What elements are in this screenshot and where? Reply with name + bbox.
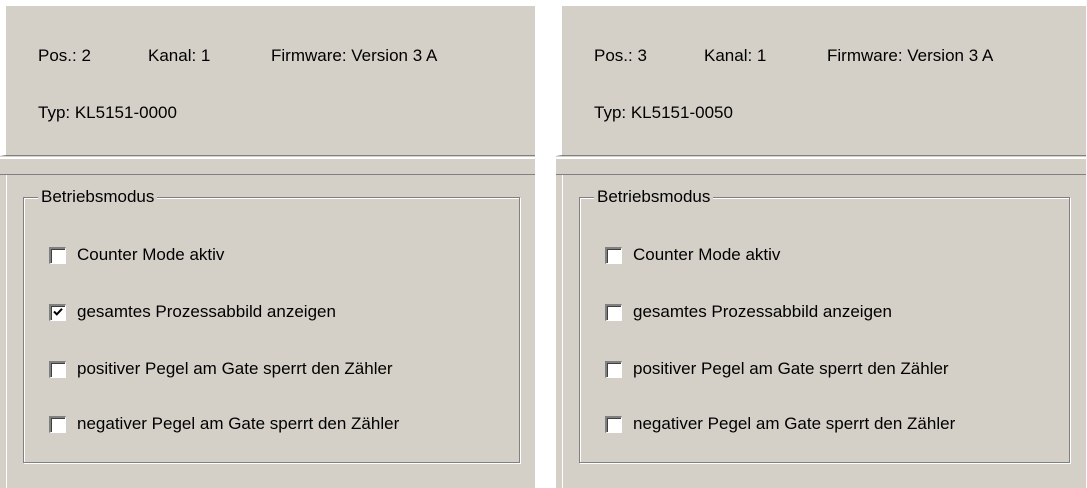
divider [0, 174, 535, 175]
option-label: gesamtes Prozessabbild anzeigen [77, 302, 336, 321]
positive-gate-lock-checkbox[interactable] [605, 360, 622, 378]
terminal-info-section: Pos.: 3 Kanal: 1 Firmware: Version 3 A T… [556, 0, 1086, 156]
full-process-image-option[interactable]: gesamtes Prozessabbild anzeigen [49, 301, 336, 323]
divider [556, 174, 1086, 175]
position-label: Pos.: 2 [38, 46, 91, 65]
type-label: Typ: KL5151-0000 [38, 103, 177, 122]
counter-mode-checkbox[interactable] [605, 246, 622, 264]
counter-mode-option[interactable]: Counter Mode aktiv [49, 244, 224, 266]
group-title: Betriebsmodus [594, 187, 714, 207]
divider [0, 157, 535, 159]
divider [556, 157, 1086, 159]
divider [6, 175, 7, 488]
operating-mode-group: Betriebsmodus Counter Mode aktiv gesamte… [579, 187, 1070, 463]
option-label: negativer Pegel am Gate sperrt den Zähle… [77, 414, 400, 433]
position-label: Pos.: 3 [594, 46, 647, 65]
full-process-image-checkbox[interactable] [605, 303, 622, 321]
full-process-image-option[interactable]: gesamtes Prozessabbild anzeigen [605, 301, 892, 323]
operating-mode-group: Betriebsmodus Counter Mode aktiv gesamte… [23, 187, 520, 463]
option-label: positiver Pegel am Gate sperrt den Zähle… [77, 359, 393, 378]
terminal-info-section: Pos.: 2 Kanal: 1 Firmware: Version 3 A T… [0, 0, 535, 156]
positive-gate-lock-checkbox[interactable] [49, 360, 66, 378]
negative-gate-lock-checkbox[interactable] [605, 415, 622, 433]
option-label: negativer Pegel am Gate sperrt den Zähle… [633, 414, 956, 433]
divider [562, 175, 563, 488]
option-label: Counter Mode aktiv [77, 245, 225, 264]
group-title: Betriebsmodus [38, 187, 158, 207]
check-mark-icon [53, 307, 63, 316]
option-label: positiver Pegel am Gate sperrt den Zähle… [633, 359, 949, 378]
channel-label: Kanal: 1 [704, 46, 767, 65]
channel-label: Kanal: 1 [148, 46, 211, 65]
positive-gate-lock-option[interactable]: positiver Pegel am Gate sperrt den Zähle… [49, 358, 393, 380]
counter-mode-checkbox[interactable] [49, 246, 66, 264]
option-label: Counter Mode aktiv [633, 245, 781, 264]
full-process-image-checkbox[interactable] [49, 303, 66, 321]
firmware-label: Firmware: Version 3 A [827, 46, 994, 65]
negative-gate-lock-checkbox[interactable] [49, 415, 66, 433]
terminal-panel-pos-2: Pos.: 2 Kanal: 1 Firmware: Version 3 A T… [0, 0, 536, 488]
option-label: gesamtes Prozessabbild anzeigen [633, 302, 892, 321]
panel-gap [537, 0, 556, 488]
type-label: Typ: KL5151-0050 [594, 103, 733, 122]
positive-gate-lock-option[interactable]: positiver Pegel am Gate sperrt den Zähle… [605, 358, 949, 380]
negative-gate-lock-option[interactable]: negativer Pegel am Gate sperrt den Zähle… [605, 413, 955, 435]
counter-mode-option[interactable]: Counter Mode aktiv [605, 244, 780, 266]
firmware-label: Firmware: Version 3 A [271, 46, 438, 65]
terminal-panel-pos-3: Pos.: 3 Kanal: 1 Firmware: Version 3 A T… [556, 0, 1087, 488]
negative-gate-lock-option[interactable]: negativer Pegel am Gate sperrt den Zähle… [49, 413, 399, 435]
